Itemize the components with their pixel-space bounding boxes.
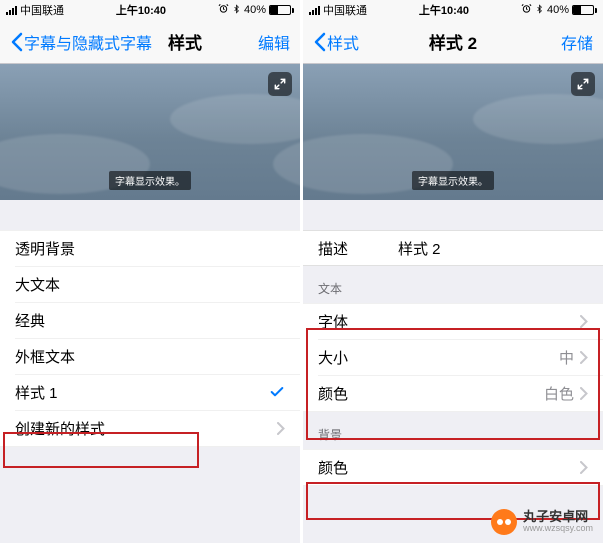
battery-pct: 40% (547, 4, 569, 16)
style-label: 透明背景 (15, 238, 75, 259)
carrier-label: 中国联通 (323, 2, 367, 18)
spacer (0, 200, 300, 230)
chevron-right-icon (580, 315, 588, 328)
back-label: 样式 (327, 30, 359, 54)
alarm-icon (218, 3, 229, 17)
style-label: 外框文本 (15, 346, 75, 367)
spacer (303, 200, 603, 230)
status-bar: 中国联通 上午10:40 40% (0, 0, 300, 20)
style-label: 样式 1 (15, 382, 58, 403)
phone-right: 中国联通 上午10:40 40% 样式 样式 2 存储 (303, 0, 603, 543)
alarm-icon (521, 3, 532, 17)
description-value: 样式 2 (398, 238, 441, 259)
styles-list: 透明背景 大文本 经典 外框文本 样式 1 创建新的样式... (0, 230, 300, 447)
background-section: 颜色 (303, 449, 603, 486)
battery-icon (269, 5, 294, 15)
create-new-style-row[interactable]: 创建新的样式... (0, 410, 300, 446)
create-new-label: 创建新的样式... (15, 418, 118, 439)
status-bar: 中国联通 上午10:40 40% (303, 0, 603, 20)
row-label: 颜色 (318, 383, 348, 404)
carrier-label: 中国联通 (20, 2, 64, 18)
save-button[interactable]: 存储 (561, 30, 593, 54)
back-button[interactable]: 样式 (313, 30, 359, 54)
section-header-text: 文本 (303, 266, 603, 303)
subtitle-preview: 字幕显示效果。 (303, 64, 603, 200)
back-label: 字幕与隐藏式字幕 (24, 30, 152, 54)
watermark-title: 丸子安卓网 (523, 510, 593, 524)
section-header-background: 背景 (303, 412, 603, 449)
bg-color-row[interactable]: 颜色 (303, 449, 603, 485)
chevron-right-icon (580, 351, 588, 364)
status-time: 上午10:40 (367, 2, 521, 18)
row-value: 白色 (544, 383, 574, 404)
nav-bar: 样式 样式 2 存储 (303, 20, 603, 64)
chevron-right-icon (277, 422, 285, 435)
watermark-logo-icon (491, 509, 517, 535)
style-label: 经典 (15, 310, 45, 331)
bluetooth-icon (232, 3, 241, 18)
subtitle-sample: 字幕显示效果。 (412, 171, 494, 190)
checkmark-icon (269, 384, 285, 400)
style-row-transparent[interactable]: 透明背景 (0, 230, 300, 266)
row-label: 字体 (318, 311, 348, 332)
expand-icon[interactable] (268, 72, 292, 96)
battery-pct: 40% (244, 4, 266, 16)
subtitle-sample: 字幕显示效果。 (109, 171, 191, 190)
status-time: 上午10:40 (64, 2, 218, 18)
nav-bar: 字幕与隐藏式字幕 样式 编辑 (0, 20, 300, 64)
expand-icon[interactable] (571, 72, 595, 96)
description-label: 描述 (318, 238, 398, 259)
edit-button[interactable]: 编辑 (258, 30, 290, 54)
text-section: 字体 大小 中 颜色 白色 (303, 303, 603, 412)
style-row-outline[interactable]: 外框文本 (0, 338, 300, 374)
watermark: 丸子安卓网 www.wzsqsy.com (487, 507, 597, 537)
phone-left: 中国联通 上午10:40 40% 字幕与隐藏式字幕 样式 编辑 (0, 0, 300, 543)
description-row[interactable]: 描述 样式 2 (303, 230, 603, 266)
battery-icon (572, 5, 597, 15)
row-label: 颜色 (318, 457, 348, 478)
chevron-right-icon (580, 461, 588, 474)
style-row-style1[interactable]: 样式 1 (0, 374, 300, 410)
subtitle-preview: 字幕显示效果。 (0, 64, 300, 200)
size-row[interactable]: 大小 中 (303, 339, 603, 375)
chevron-right-icon (580, 387, 588, 400)
back-button[interactable]: 字幕与隐藏式字幕 (10, 30, 152, 54)
row-label: 大小 (318, 347, 348, 368)
text-color-row[interactable]: 颜色 白色 (303, 375, 603, 411)
style-row-large-text[interactable]: 大文本 (0, 266, 300, 302)
watermark-url: www.wzsqsy.com (523, 524, 593, 534)
bluetooth-icon (535, 3, 544, 18)
signal-icon (6, 6, 17, 15)
signal-icon (309, 6, 320, 15)
style-row-classic[interactable]: 经典 (0, 302, 300, 338)
row-value: 中 (559, 347, 574, 368)
font-row[interactable]: 字体 (303, 303, 603, 339)
style-label: 大文本 (15, 274, 60, 295)
